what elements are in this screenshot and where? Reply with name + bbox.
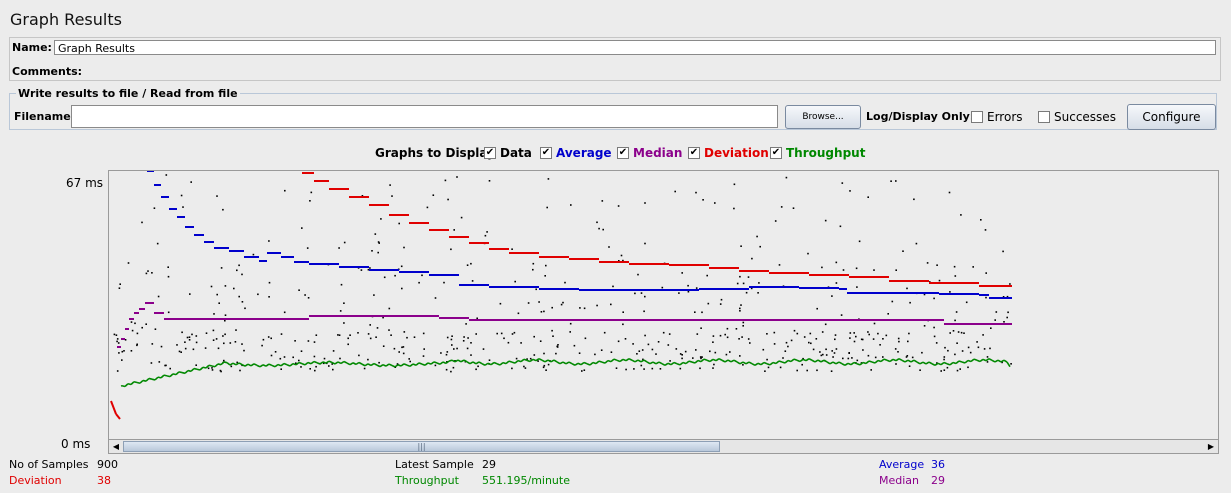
successes-label: Successes	[1054, 110, 1116, 124]
average-label: Average	[556, 146, 612, 160]
name-label: Name:	[12, 41, 52, 54]
filename-input[interactable]	[71, 105, 778, 128]
errors-checkbox[interactable]	[971, 111, 983, 123]
y-axis-max-label: 67 ms	[66, 176, 104, 190]
latest-sample-label: Latest Sample	[395, 458, 474, 471]
samples-value: 900	[97, 458, 118, 471]
throughput-stat-label: Throughput	[395, 474, 459, 487]
deviation-line	[110, 172, 1012, 420]
throughput-stat-value: 551.195/minute	[482, 474, 570, 487]
throughput-line	[120, 357, 1011, 388]
graph-canvas	[108, 170, 1219, 440]
scroll-thumb[interactable]: |||	[123, 441, 720, 452]
checkmark-icon: ✔	[689, 147, 699, 158]
throughput-checkbox[interactable]: ✔	[770, 147, 782, 159]
y-axis-min-label: 0 ms	[61, 437, 91, 451]
deviation-label: Deviation	[704, 146, 769, 160]
median-line	[117, 302, 1012, 348]
checkmark-icon: ✔	[771, 147, 781, 158]
data-points	[113, 174, 1012, 373]
deviation-stat-label: Deviation	[9, 474, 62, 487]
average-line	[147, 171, 1012, 299]
file-panel-legend: Write results to file / Read from file	[18, 87, 238, 100]
samples-label: No of Samples	[9, 458, 89, 471]
browse-button[interactable]: Browse...	[785, 105, 861, 129]
configure-button[interactable]: Configure	[1127, 104, 1216, 130]
median-stat-label: Median	[879, 474, 920, 487]
data-checkbox[interactable]: ✔	[484, 147, 496, 159]
deviation-checkbox[interactable]: ✔	[688, 147, 700, 159]
checkmark-icon: ✔	[541, 147, 551, 158]
median-checkbox[interactable]: ✔	[617, 147, 629, 159]
average-checkbox[interactable]: ✔	[540, 147, 552, 159]
graphs-to-display-label: Graphs to Display	[375, 146, 495, 160]
scroll-right-icon[interactable]: ▶	[1204, 440, 1218, 453]
deviation-stat-value: 38	[97, 474, 111, 487]
comments-label: Comments:	[12, 65, 83, 78]
data-label: Data	[500, 146, 532, 160]
checkmark-icon: ✔	[618, 147, 628, 158]
checkmark-icon: ✔	[485, 147, 495, 158]
graph-plot	[110, 171, 1012, 420]
successes-checkbox[interactable]	[1038, 111, 1050, 123]
throughput-label: Throughput	[786, 146, 866, 160]
average-stat-value: 36	[931, 458, 945, 471]
name-input[interactable]: Graph Results	[54, 40, 1216, 55]
latest-sample-value: 29	[482, 458, 496, 471]
horizontal-scrollbar[interactable]: ◀ ||| ▶	[108, 440, 1219, 454]
panel-title: Graph Results	[10, 10, 122, 29]
median-stat-value: 29	[931, 474, 945, 487]
median-label: Median	[633, 146, 683, 160]
filename-label: Filename	[14, 110, 71, 123]
log-display-only-label: Log/Display Only:	[866, 110, 975, 123]
name-comments-panel: Name: Graph Results Comments:	[9, 37, 1221, 81]
average-stat-label: Average	[879, 458, 925, 471]
errors-label: Errors	[987, 110, 1023, 124]
scroll-left-icon[interactable]: ◀	[109, 440, 123, 453]
